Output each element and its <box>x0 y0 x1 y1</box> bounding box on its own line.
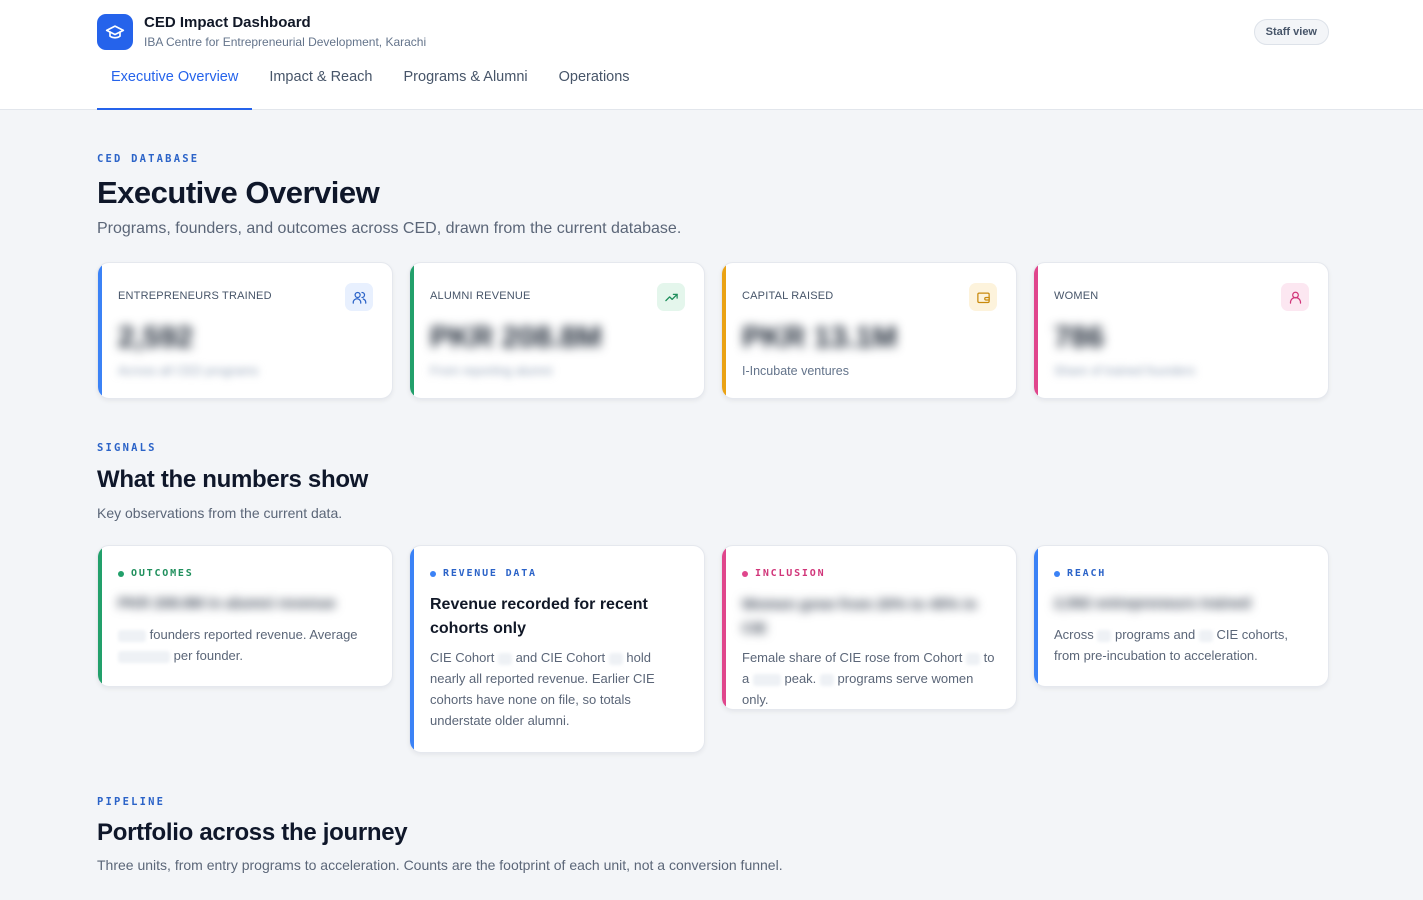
page-description: Programs, founders, and outcomes across … <box>97 220 682 237</box>
users-icon <box>345 283 373 311</box>
signal-card-inclusion: INCLUSION Women grew from 20% to 45% in … <box>721 545 1017 710</box>
signal-body: CIE Cohort and CIE Cohort hold nearly al… <box>430 650 655 728</box>
stat-label: ALUMNI REVENUE <box>430 290 531 302</box>
signal-body: founders reported revenue. Average per f… <box>118 624 374 666</box>
signal-headline: Women grew from 20% to 45% in CIE <box>742 596 977 637</box>
app-subtitle: IBA Centre for Entrepreneurial Developme… <box>144 35 427 49</box>
wallet-icon <box>969 283 997 311</box>
signal-body: Female share of CIE rose from Cohort to … <box>742 650 995 707</box>
user-icon <box>1281 283 1309 311</box>
stat-card-women: WOMEN 786 Share of trained founders <box>1033 262 1329 399</box>
signal-tag: REACH <box>1054 568 1106 579</box>
signal-card-reach: REACH 2,592 entrepreneurs trained Across… <box>1033 545 1329 687</box>
stat-label: CAPITAL RAISED <box>742 290 834 302</box>
signal-body: Across programs and CIE cohorts, from pr… <box>1054 627 1288 663</box>
stat-label: ENTREPRENEURS TRAINED <box>118 290 272 302</box>
stat-note: I-Incubate ventures <box>742 364 850 378</box>
stat-note: Share of trained founders <box>1054 364 1196 378</box>
brand: CED Impact Dashboard IBA Centre for Entr… <box>97 14 426 50</box>
signals-title: What the numbers show <box>97 466 369 493</box>
signal-tag: REVENUE DATA <box>430 568 537 579</box>
app-title: CED Impact Dashboard <box>144 14 311 31</box>
trending-up-icon <box>657 283 685 311</box>
pipeline-eyebrow: PIPELINE <box>97 796 166 808</box>
stat-label: WOMEN <box>1054 290 1099 302</box>
signal-tag: OUTCOMES <box>118 568 194 579</box>
stat-value: PKR 13.1M <box>742 321 898 354</box>
staff-view-button[interactable]: Staff view <box>1253 19 1329 45</box>
stat-value: PKR 208.8M <box>430 321 602 354</box>
stat-note: Across all CED programs <box>118 364 259 378</box>
tab-programs-alumni[interactable]: Programs & Alumni <box>390 62 542 110</box>
pipeline-title: Portfolio across the journey <box>97 819 408 846</box>
signals-description: Key observations from the current data. <box>97 505 343 521</box>
signal-headline: PKR 208.8M in alumni revenue <box>118 595 336 612</box>
tab-impact-reach[interactable]: Impact & Reach <box>255 62 386 110</box>
signal-tag: INCLUSION <box>742 568 825 579</box>
stat-value: 2,592 <box>118 321 194 354</box>
tab-operations[interactable]: Operations <box>545 62 644 110</box>
graduation-cap-icon <box>97 14 133 50</box>
stat-value: 786 <box>1054 321 1105 354</box>
overview-eyebrow: CED DATABASE <box>97 153 200 165</box>
signal-headline: 2,592 entrepreneurs trained <box>1054 595 1251 612</box>
page-title: Executive Overview <box>97 175 380 210</box>
pipeline-description: Three units, from entry programs to acce… <box>97 857 783 873</box>
stat-note: From reporting alumni <box>430 364 553 378</box>
signal-headline: Revenue recorded for recent cohorts only <box>430 596 648 637</box>
tab-bar: Executive Overview Impact & Reach Progra… <box>97 62 647 110</box>
stat-card-capital-raised: CAPITAL RAISED PKR 13.1M I-Incubate vent… <box>721 262 1017 399</box>
top-header: CED Impact Dashboard IBA Centre for Entr… <box>0 0 1423 110</box>
stat-card-alumni-revenue: ALUMNI REVENUE PKR 208.8M From reporting… <box>409 262 705 399</box>
signals-eyebrow: SIGNALS <box>97 442 157 454</box>
tab-executive-overview[interactable]: Executive Overview <box>97 62 253 110</box>
signal-card-outcomes: OUTCOMES PKR 208.8M in alumni revenue fo… <box>97 545 393 687</box>
signal-card-revenue-data: REVENUE DATA Revenue recorded for recent… <box>409 545 705 753</box>
stat-card-entrepreneurs: ENTREPRENEURS TRAINED 2,592 Across all C… <box>97 262 393 399</box>
